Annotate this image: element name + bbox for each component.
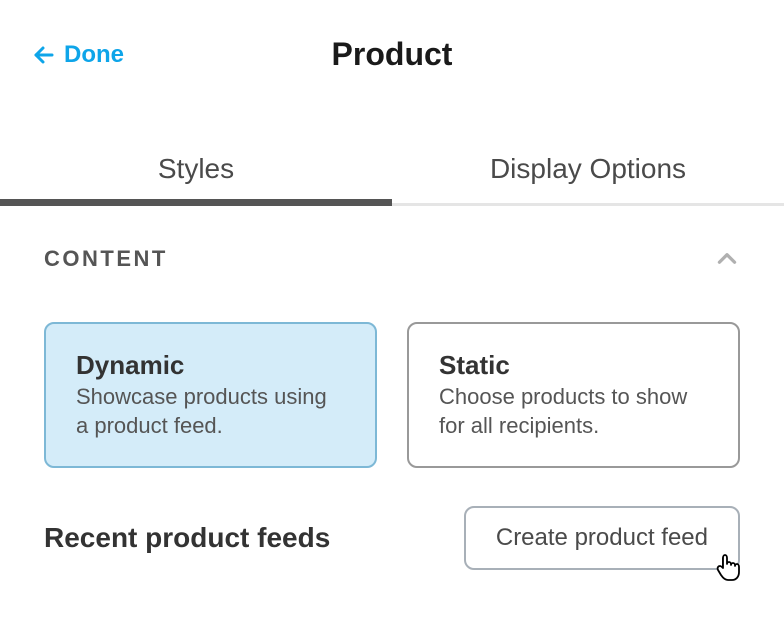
tab-styles[interactable]: Styles bbox=[0, 137, 392, 203]
option-description: Showcase products using a product feed. bbox=[76, 383, 345, 440]
option-title: Static bbox=[439, 350, 708, 381]
done-button[interactable]: Done bbox=[32, 41, 124, 69]
tab-display-options[interactable]: Display Options bbox=[392, 137, 784, 203]
tab-label: Styles bbox=[158, 153, 234, 184]
section-title: CONTENT bbox=[44, 246, 168, 272]
tab-label: Display Options bbox=[490, 153, 686, 184]
content-area: CONTENT Dynamic Showcase products using … bbox=[0, 206, 784, 570]
tabs: Styles Display Options bbox=[0, 137, 784, 206]
page-title: Product bbox=[32, 36, 752, 73]
recent-feeds-title: Recent product feeds bbox=[44, 522, 330, 554]
section-header[interactable]: CONTENT bbox=[44, 246, 740, 272]
chevron-up-icon bbox=[714, 246, 740, 272]
header: Done Product bbox=[0, 0, 784, 97]
option-description: Choose products to show for all recipien… bbox=[439, 383, 708, 440]
back-arrow-icon bbox=[32, 43, 56, 67]
create-product-feed-button[interactable]: Create product feed bbox=[464, 506, 740, 570]
done-label: Done bbox=[64, 41, 124, 69]
feeds-row: Recent product feeds Create product feed bbox=[44, 506, 740, 570]
option-dynamic[interactable]: Dynamic Showcase products using a produc… bbox=[44, 322, 377, 468]
create-button-label: Create product feed bbox=[496, 524, 708, 551]
option-title: Dynamic bbox=[76, 350, 345, 381]
option-static[interactable]: Static Choose products to show for all r… bbox=[407, 322, 740, 468]
content-options: Dynamic Showcase products using a produc… bbox=[44, 322, 740, 468]
